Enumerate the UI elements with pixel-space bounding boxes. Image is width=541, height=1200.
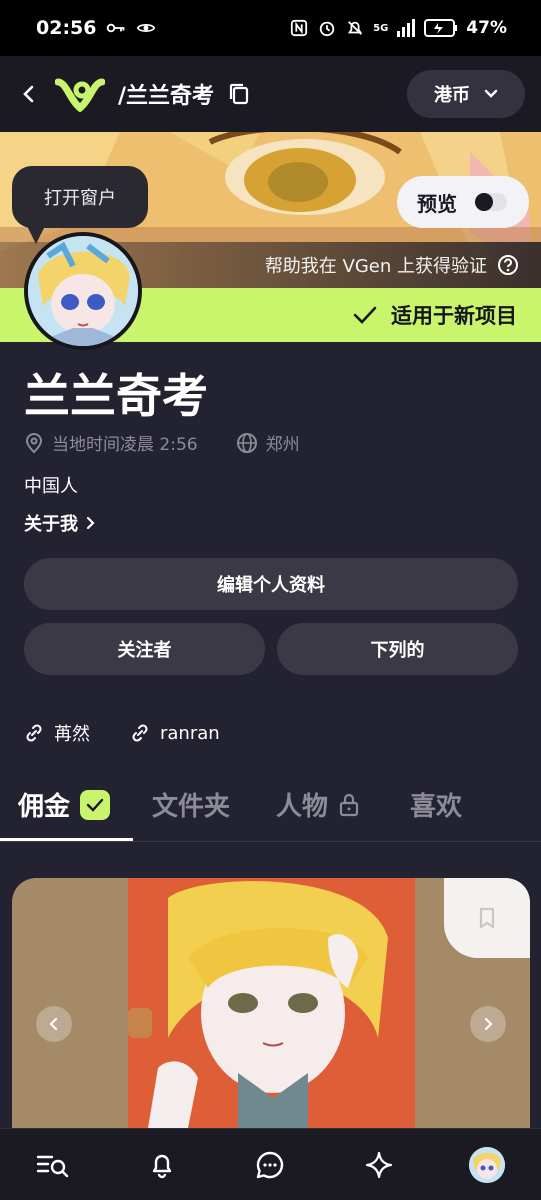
map-pin-icon bbox=[25, 432, 43, 453]
nav-search[interactable] bbox=[30, 1141, 78, 1189]
followers-label: 关注者 bbox=[117, 640, 172, 661]
about-me-link[interactable]: 关于我 bbox=[24, 510, 96, 536]
preview-label: 预览 bbox=[417, 191, 457, 216]
battery-icon bbox=[424, 19, 458, 37]
tab-label: 喜欢 bbox=[410, 792, 463, 822]
bio: 中国人 bbox=[24, 476, 78, 497]
signal-icon bbox=[397, 19, 416, 37]
social-link-label: 苒然 bbox=[54, 724, 90, 745]
profile-tabs: 佣金 文件夹 人物 喜欢 bbox=[0, 782, 541, 842]
copy-icon bbox=[229, 83, 249, 105]
tab-label: 人物 bbox=[276, 792, 329, 822]
local-time: 当地时间凌晨 2:56 bbox=[52, 435, 198, 455]
tooltip-tail bbox=[26, 224, 46, 244]
mute-icon bbox=[348, 21, 363, 35]
tooltip-text: 打开窗户 bbox=[44, 188, 116, 209]
chevron-right-icon bbox=[86, 516, 95, 530]
followers-button[interactable]: 关注者 bbox=[24, 623, 265, 675]
carousel-next-button[interactable] bbox=[470, 1006, 506, 1042]
bookmark-icon bbox=[479, 907, 495, 929]
chevron-left-icon bbox=[23, 85, 34, 103]
lock-icon bbox=[339, 793, 359, 816]
battery-level: 47% bbox=[466, 18, 507, 38]
tab-label: 佣金 bbox=[18, 792, 71, 822]
top-navigation: /兰兰奇考 港币 bbox=[0, 56, 541, 132]
nav-profile[interactable] bbox=[463, 1141, 511, 1189]
social-link[interactable]: ranran bbox=[130, 723, 220, 744]
profile-username: /兰兰奇考 bbox=[118, 84, 215, 109]
sparkle-icon bbox=[365, 1151, 392, 1178]
location: 郑州 bbox=[265, 435, 300, 455]
chat-bubble-icon bbox=[257, 1151, 284, 1178]
status-bar: 02:56 5G 47% bbox=[0, 0, 541, 56]
network-type: 5G bbox=[373, 22, 389, 34]
chevron-left-icon bbox=[49, 1017, 58, 1031]
social-link[interactable]: 苒然 bbox=[24, 720, 90, 746]
preview-toggle[interactable]: 预览 bbox=[397, 176, 529, 228]
globe-icon bbox=[236, 432, 257, 453]
tab-folders[interactable]: 文件夹 bbox=[152, 786, 230, 823]
back-button[interactable] bbox=[16, 82, 40, 106]
social-links: 苒然 ranran bbox=[24, 720, 220, 746]
alarm-icon bbox=[319, 21, 335, 37]
bell-icon bbox=[153, 1154, 172, 1178]
availability-label: 适用于新项目 bbox=[391, 304, 517, 328]
search-list-icon bbox=[36, 1155, 69, 1177]
nav-messages[interactable] bbox=[246, 1141, 294, 1189]
tab-characters[interactable]: 人物 bbox=[276, 786, 360, 823]
chevron-down-icon bbox=[484, 89, 498, 98]
bookmark-button[interactable] bbox=[444, 878, 530, 958]
status-time: 02:56 bbox=[36, 17, 97, 39]
bottom-navigation bbox=[0, 1128, 541, 1200]
nfc-icon bbox=[291, 19, 308, 37]
currency-label: 港币 bbox=[434, 85, 470, 106]
link-icon bbox=[132, 724, 148, 742]
carousel-prev-button[interactable] bbox=[36, 1006, 72, 1042]
following-label: 下列的 bbox=[370, 640, 425, 661]
commission-artwork bbox=[128, 878, 415, 1128]
verified-check-icon bbox=[80, 789, 111, 820]
tab-likes[interactable]: 喜欢 bbox=[410, 786, 462, 823]
eye-icon bbox=[137, 24, 156, 32]
edit-profile-button[interactable]: 编辑个人资料 bbox=[24, 558, 518, 610]
preview-switch[interactable] bbox=[475, 193, 507, 211]
display-name: 兰兰奇考 bbox=[24, 369, 208, 423]
chevron-right-icon bbox=[484, 1017, 493, 1031]
verify-text: 帮助我在 VGen 上获得验证 bbox=[264, 256, 487, 277]
active-tab-indicator bbox=[0, 838, 133, 841]
vgen-logo[interactable] bbox=[54, 74, 106, 114]
vgen-logo-icon bbox=[55, 78, 105, 112]
copy-username-button[interactable] bbox=[226, 81, 252, 107]
following-button[interactable]: 下列的 bbox=[277, 623, 518, 675]
open-window-tooltip[interactable]: 打开窗户 bbox=[12, 166, 148, 228]
currency-selector[interactable]: 港币 bbox=[407, 70, 525, 118]
key-icon bbox=[107, 23, 125, 33]
nav-notifications[interactable] bbox=[138, 1141, 186, 1189]
avatar-artwork bbox=[28, 236, 138, 346]
check-icon bbox=[353, 306, 377, 324]
help-circle-icon bbox=[498, 255, 518, 275]
link-icon bbox=[26, 724, 42, 742]
profile-avatar-icon bbox=[468, 1146, 505, 1183]
nav-discover[interactable] bbox=[355, 1141, 403, 1189]
commission-card[interactable] bbox=[12, 878, 530, 1128]
about-me-label: 关于我 bbox=[24, 514, 78, 535]
tab-label: 文件夹 bbox=[152, 792, 231, 822]
tab-commissions[interactable]: 佣金 bbox=[18, 786, 111, 823]
social-link-label: ranran bbox=[160, 722, 220, 744]
profile-meta: 当地时间凌晨 2:56 郑州 bbox=[24, 430, 300, 455]
avatar[interactable] bbox=[24, 232, 142, 350]
edit-profile-label: 编辑个人资料 bbox=[217, 575, 325, 596]
